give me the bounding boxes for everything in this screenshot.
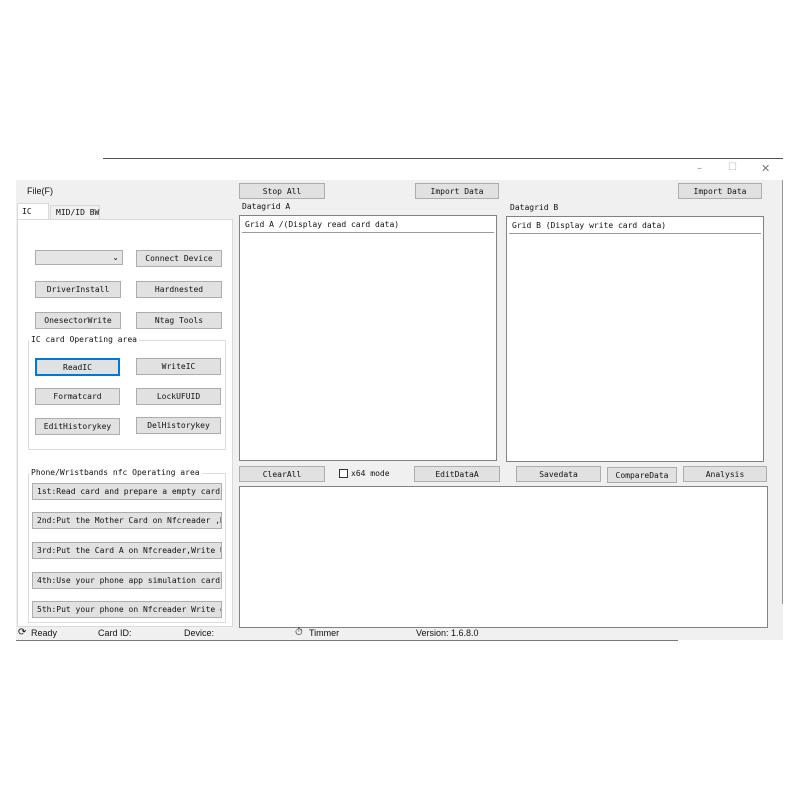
phone-step-3-button[interactable]: 3rd:Put the Card A on Nfcreader,Write UI…	[32, 542, 222, 559]
tab-mid-id-bw-label: MID/ID BW	[56, 208, 100, 217]
log-output-area[interactable]	[239, 486, 768, 628]
phone-step-5-button[interactable]: 5th:Put your phone on Nfcreader Write da…	[32, 601, 222, 618]
refresh-icon: ⟳	[18, 627, 27, 638]
window-bottom-edge	[16, 640, 678, 641]
window-right-edge	[782, 180, 783, 604]
datagrid-b-header: Grid B (Display write card data)	[509, 219, 761, 234]
chevron-down-icon: ⌄	[112, 253, 119, 262]
x64-mode-label: x64 mode	[351, 469, 390, 478]
status-card-id: Card ID:	[98, 628, 132, 638]
hardnested-button[interactable]: Hardnested	[136, 281, 222, 298]
status-version: Version: 1.6.8.0	[416, 628, 479, 638]
device-select[interactable]: ⌄	[35, 250, 123, 265]
close-icon[interactable]: ✕	[761, 162, 770, 175]
driver-install-button[interactable]: DriverInstall	[35, 281, 121, 298]
lock-ufuid-button[interactable]: LockUFUID	[136, 388, 221, 405]
formatcard-button[interactable]: Formatcard	[35, 388, 120, 405]
tab-mid-id-bw[interactable]: MID/ID BW	[50, 205, 100, 220]
tab-ic-label: IC	[22, 207, 32, 216]
onesector-write-button[interactable]: OnesectorWrite	[35, 312, 121, 329]
edit-history-key-button[interactable]: EditHistorykey	[35, 418, 120, 435]
stop-all-button[interactable]: Stop All	[239, 183, 325, 199]
x64-mode-checkbox[interactable]	[339, 469, 348, 478]
datagrid-a-title: Datagrid A	[242, 202, 291, 211]
status-timer: Timmer	[309, 628, 340, 638]
clear-all-button[interactable]: ClearAll	[239, 466, 325, 482]
status-device: Device:	[184, 628, 215, 638]
import-data-b-button[interactable]: Import Data	[678, 183, 762, 199]
read-ic-button[interactable]: ReadIC	[35, 358, 120, 376]
compare-data-button[interactable]: CompareData	[607, 467, 677, 483]
datagrid-a[interactable]: Grid A /(Display read card data)	[239, 215, 497, 461]
analysis-button[interactable]: Analysis	[683, 466, 767, 482]
tab-ic[interactable]: IC	[17, 203, 49, 220]
phone-step-1-button[interactable]: 1st:Read card and prepare a empty card A	[32, 483, 222, 500]
ntag-tools-button[interactable]: Ntag Tools	[136, 312, 222, 329]
status-ready: Ready	[31, 628, 58, 638]
maximize-icon[interactable]: ☐	[728, 162, 737, 173]
datagrid-a-header: Grid A /(Display read card data)	[242, 218, 494, 233]
del-history-key-button[interactable]: DelHistorykey	[136, 417, 221, 434]
connect-device-button[interactable]: Connect Device	[136, 250, 222, 267]
timer-icon: ⏱	[295, 627, 303, 638]
phone-step-2-button[interactable]: 2nd:Put the Mother Card on Nfcreader ,Re…	[32, 512, 222, 529]
edit-data-a-button[interactable]: EditDataA	[414, 466, 500, 482]
minimize-icon[interactable]: –	[697, 163, 702, 174]
menu-file[interactable]: File(F)	[27, 186, 53, 196]
import-data-a-button[interactable]: Import Data	[415, 183, 499, 199]
phone-nfc-operating-area-title: Phone/Wristbands nfc Operating area	[29, 468, 202, 477]
phone-step-4-button[interactable]: 4th:Use your phone app simulation card A	[32, 572, 222, 589]
datagrid-b-title: Datagrid B	[510, 203, 559, 212]
datagrid-b[interactable]: Grid B (Display write card data)	[506, 216, 764, 462]
ic-card-operating-area-title: IC card Operating area	[29, 335, 139, 344]
save-data-button[interactable]: Savedata	[516, 466, 601, 482]
write-ic-button[interactable]: WriteIC	[136, 358, 221, 375]
